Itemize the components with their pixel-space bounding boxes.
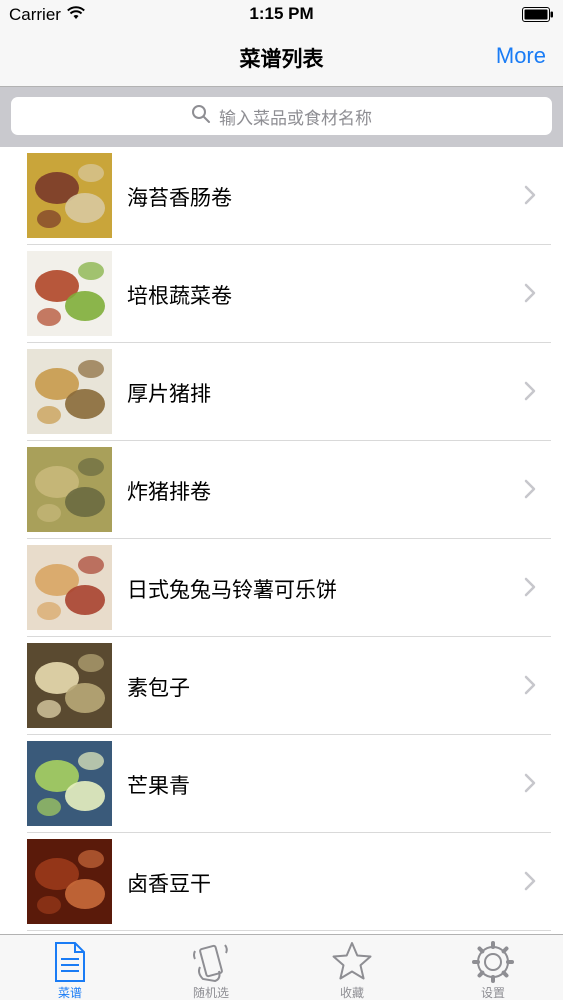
recipe-thumbnail bbox=[27, 447, 112, 532]
recipe-title: 芒果青 bbox=[127, 774, 190, 798]
list-item[interactable]: 海苔香肠卷 bbox=[0, 147, 563, 245]
recipe-list: 海苔香肠卷培根蔬菜卷厚片猪排炸猪排卷日式兔兔马铃薯可乐饼 素包子芒果青卤香豆干 bbox=[0, 147, 563, 931]
chevron-right-icon bbox=[524, 185, 536, 209]
tab-label: 收藏 bbox=[339, 986, 364, 1000]
navigation-bar: Carrier 1:15 PM 菜谱列表 More bbox=[0, 0, 563, 87]
list-item[interactable]: 厚片猪排 bbox=[0, 343, 563, 441]
search-bar: 输入菜品或食材名称 bbox=[0, 87, 563, 147]
list-item[interactable]: 素包子 bbox=[0, 637, 563, 735]
recipe-thumbnail bbox=[27, 153, 112, 238]
tab-random[interactable]: 随机选 bbox=[141, 935, 281, 1001]
search-input[interactable]: 输入菜品或食材名称 bbox=[11, 97, 552, 135]
recipe-title: 海苔香肠卷 bbox=[127, 186, 232, 210]
tab-settings[interactable]: 设置 bbox=[423, 935, 563, 1001]
chevron-right-icon bbox=[524, 871, 536, 895]
recipe-thumbnail bbox=[27, 839, 112, 924]
recipe-thumbnail bbox=[27, 251, 112, 336]
recipe-title: 卤香豆干 bbox=[127, 872, 211, 896]
chevron-right-icon bbox=[524, 479, 536, 503]
list-item[interactable]: 培根蔬菜卷 bbox=[0, 245, 563, 343]
page-title: 菜谱列表 bbox=[239, 47, 324, 71]
recipe-thumbnail bbox=[27, 545, 112, 630]
tab-recipes[interactable]: 菜谱 bbox=[0, 935, 140, 1001]
chevron-right-icon bbox=[524, 577, 536, 601]
recipe-title: 素包子 bbox=[127, 676, 190, 700]
recipe-title: 厚片猪排 bbox=[127, 382, 211, 406]
tab-bar: 菜谱 随机选 收藏 设置 bbox=[0, 934, 563, 1000]
chevron-right-icon bbox=[524, 381, 536, 405]
tab-label: 菜谱 bbox=[57, 986, 82, 1000]
recipe-thumbnail bbox=[27, 643, 112, 728]
more-button[interactable]: More bbox=[496, 43, 546, 69]
recipe-title: 炸猪排卷 bbox=[127, 480, 211, 504]
recipe-thumbnail bbox=[27, 741, 112, 826]
battery-icon bbox=[522, 7, 554, 22]
search-placeholder: 输入菜品或食材名称 bbox=[219, 108, 372, 129]
recipe-title: 培根蔬菜卷 bbox=[127, 284, 232, 308]
list-item[interactable]: 炸猪排卷 bbox=[0, 441, 563, 539]
chevron-right-icon bbox=[524, 675, 536, 699]
tab-favorites[interactable]: 收藏 bbox=[282, 935, 422, 1001]
status-time: 1:15 PM bbox=[249, 4, 314, 23]
search-icon bbox=[191, 104, 219, 128]
list-item[interactable]: 日式兔兔马铃薯可乐饼 bbox=[0, 539, 563, 637]
chevron-right-icon bbox=[524, 283, 536, 307]
list-item[interactable]: 卤香豆干 bbox=[0, 833, 563, 931]
status-bar: Carrier 1:15 PM bbox=[0, 0, 563, 30]
recipe-title: 日式兔兔马铃薯可乐饼 bbox=[127, 578, 337, 602]
tab-label: 随机选 bbox=[192, 986, 229, 1000]
list-item[interactable]: 芒果青 bbox=[0, 735, 563, 833]
recipe-thumbnail bbox=[27, 349, 112, 434]
tab-label: 设置 bbox=[480, 986, 505, 1000]
chevron-right-icon bbox=[524, 773, 536, 797]
